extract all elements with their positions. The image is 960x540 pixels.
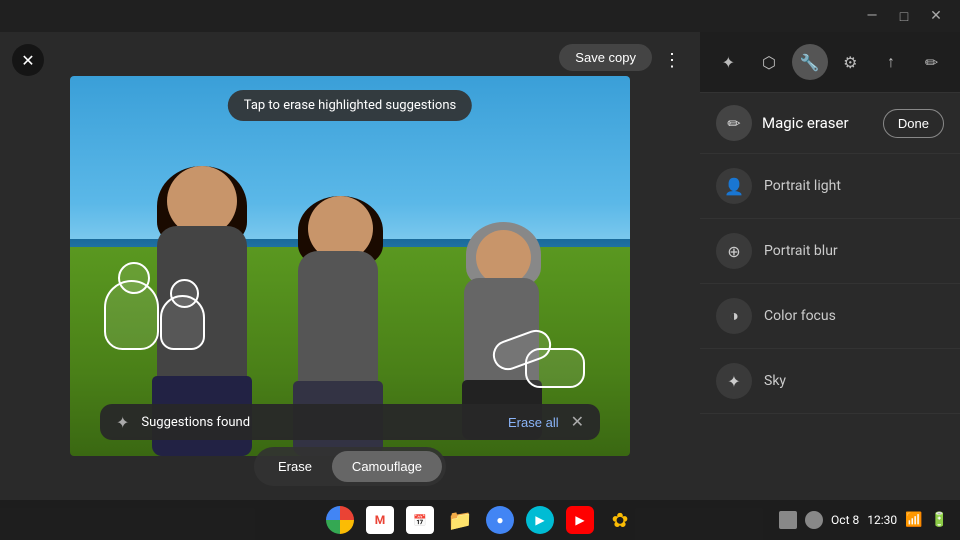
save-copy-button[interactable]: Save copy <box>559 44 652 71</box>
toolbar-row: ✦ ⬡ 🔧 ⚙ ↑ ✏ <box>700 32 960 93</box>
tools-toolbar-icon[interactable]: 🔧 <box>792 44 828 80</box>
body <box>298 251 378 391</box>
taskbar-time: 12:30 <box>867 513 897 527</box>
highlight-person-2 <box>160 295 205 350</box>
erase-mode-button[interactable]: Erase <box>258 451 332 482</box>
taskbar-right: Oct 8 12:30 📶 🔋 <box>760 511 960 529</box>
portrait-light-item[interactable]: 👤 Portrait light <box>700 154 960 219</box>
sparkle-toolbar-icon[interactable]: ✦ <box>710 44 746 80</box>
magic-eraser-row: ✏ Magic eraser Done <box>700 93 960 154</box>
portrait-blur-label: Portrait blur <box>764 243 838 259</box>
portrait-blur-item[interactable]: ⊕ Portrait blur <box>700 219 960 284</box>
color-focus-item[interactable]: ◑ Color focus <box>700 284 960 349</box>
portrait-light-label: Portrait light <box>764 178 841 194</box>
magic-eraser-label: Magic eraser <box>762 114 873 132</box>
suggestions-bar: ✦ Suggestions found Erase all ✕ <box>100 404 600 440</box>
minimize-button[interactable]: — <box>856 0 888 32</box>
calendar-app[interactable]: 📅 <box>406 506 434 534</box>
photo-image <box>70 76 630 456</box>
more-icon: ⋮ <box>663 50 681 71</box>
erase-tooltip: Tap to erase highlighted suggestions <box>228 90 472 121</box>
maximize-button[interactable]: □ <box>888 0 920 32</box>
screen-icon[interactable] <box>779 511 797 529</box>
highlight-person-1 <box>104 280 159 350</box>
magic-eraser-icon: ✏ <box>716 105 752 141</box>
taskbar-date: Oct 8 <box>831 513 859 527</box>
taskbar-center: M 📅 📁 ● ▶ ▶ ✿ <box>200 506 760 534</box>
head <box>476 230 531 285</box>
close-editor-button[interactable]: ✕ <box>12 44 44 76</box>
color-focus-label: Color focus <box>764 308 836 324</box>
export-toolbar-icon[interactable]: ↑ <box>873 44 909 80</box>
title-bar: — □ ✕ <box>0 0 960 32</box>
select-toolbar-icon[interactable]: ⬡ <box>751 44 787 80</box>
sliders-toolbar-icon[interactable]: ⚙ <box>832 44 868 80</box>
camouflage-mode-button[interactable]: Camouflage <box>332 451 442 482</box>
chrome-app[interactable] <box>326 506 354 534</box>
editor-container: ✕ Save copy ⋮ Tap to erase highlighted s… <box>0 32 960 500</box>
erase-all-button[interactable]: Erase all <box>508 415 559 430</box>
battery-icon: 🔋 <box>931 512 948 528</box>
sparkle-icon: ✦ <box>116 413 129 432</box>
photos-app[interactable]: ✿ <box>606 506 634 534</box>
portrait-light-icon: 👤 <box>716 168 752 204</box>
files-app[interactable]: 📁 <box>446 506 474 534</box>
notes-app[interactable]: ● <box>486 506 514 534</box>
right-panel: ✦ ⬡ 🔧 ⚙ ↑ ✏ ✏ Magic eraser Done 👤 Portra… <box>700 32 960 500</box>
mode-buttons: Erase Camouflage <box>254 447 446 486</box>
more-options-button[interactable]: ⋮ <box>656 44 688 76</box>
play-app[interactable]: ▶ <box>526 506 554 534</box>
color-focus-icon: ◑ <box>716 298 752 334</box>
markup-toolbar-icon[interactable]: ✏ <box>914 44 950 80</box>
taskbar: M 📅 📁 ● ▶ ▶ ✿ Oct 8 12:30 📶 🔋 <box>0 500 960 540</box>
youtube-app[interactable]: ▶ <box>566 506 594 534</box>
suggestions-text: Suggestions found <box>141 415 496 430</box>
wifi-icon: 📶 <box>905 512 922 528</box>
tool-list: 👤 Portrait light ⊕ Portrait blur ◑ Color… <box>700 154 960 500</box>
sky-item[interactable]: ✦ Sky <box>700 349 960 414</box>
done-button[interactable]: Done <box>883 109 944 138</box>
gmail-app[interactable]: M <box>366 506 394 534</box>
close-window-button[interactable]: ✕ <box>920 0 952 32</box>
photo-area: ✕ Save copy ⋮ Tap to erase highlighted s… <box>0 32 700 500</box>
close-icon: ✕ <box>21 51 34 70</box>
sky-label: Sky <box>764 373 786 389</box>
close-suggestions-button[interactable]: ✕ <box>571 412 584 432</box>
notification-icon[interactable] <box>805 511 823 529</box>
sky-icon: ✦ <box>716 363 752 399</box>
portrait-blur-icon: ⊕ <box>716 233 752 269</box>
